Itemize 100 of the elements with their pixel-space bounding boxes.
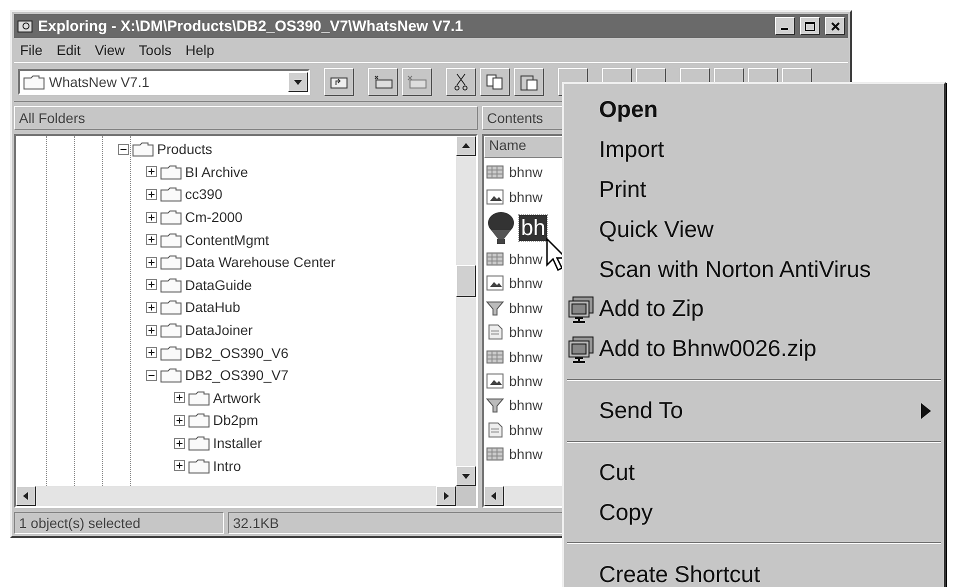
spreadsheet-icon — [486, 348, 504, 365]
expand-icon[interactable] — [146, 166, 157, 178]
address-dropdown[interactable]: WhatsNew V7.1 — [18, 69, 310, 95]
file-name[interactable]: bhnw — [507, 446, 544, 462]
file-name[interactable]: bhnw — [507, 164, 544, 180]
up-folder-icon — [330, 75, 348, 89]
file-name[interactable]: bhnw — [507, 275, 544, 292]
folder-icon — [188, 390, 210, 406]
scroll-right-button[interactable] — [436, 486, 456, 506]
folder-label[interactable]: DB2_OS390_V7 — [185, 367, 289, 384]
folder-label[interactable]: Db2pm — [213, 412, 258, 428]
expand-icon[interactable] — [174, 392, 185, 404]
folder-label[interactable]: Artwork — [213, 390, 260, 406]
menu-item[interactable]: Create Shortcut — [567, 554, 941, 587]
document-icon — [486, 324, 504, 340]
file-name[interactable]: bh — [519, 214, 548, 241]
expand-icon[interactable] — [146, 188, 157, 200]
expand-icon[interactable] — [146, 279, 157, 290]
scroll-left-button[interactable] — [484, 486, 504, 506]
folder-label[interactable]: Installer — [213, 435, 262, 452]
expand-icon[interactable] — [146, 212, 157, 223]
folder-icon — [188, 412, 210, 428]
menu-item[interactable]: Import — [567, 130, 941, 170]
close-button[interactable] — [825, 17, 845, 35]
expand-icon[interactable] — [174, 460, 185, 472]
folder-icon — [160, 367, 182, 384]
file-name[interactable]: bhnw — [507, 422, 544, 438]
map-drive-button[interactable] — [368, 68, 398, 96]
menu-item[interactable]: File — [20, 42, 43, 58]
balloon-icon — [486, 210, 516, 245]
caret-icon — [293, 77, 303, 87]
folder-icon — [160, 254, 182, 270]
maximize-button[interactable] — [800, 17, 820, 35]
folder-label[interactable]: BI Archive — [185, 164, 248, 180]
folder-label[interactable]: DataJoiner — [185, 322, 253, 338]
spreadsheet-icon — [486, 446, 504, 462]
expand-icon[interactable] — [146, 302, 157, 313]
menu-item[interactable]: Quick View — [567, 209, 941, 250]
menu-item[interactable]: Tools — [138, 42, 172, 58]
file-name[interactable]: bhnw — [507, 188, 544, 205]
folder-icon — [160, 276, 182, 293]
scroll-up-button[interactable] — [456, 136, 476, 156]
collapse-icon[interactable] — [146, 370, 157, 381]
menu-item[interactable]: Scan with Norton AntiVirus — [567, 249, 941, 290]
copy-button[interactable] — [480, 68, 510, 96]
folder-icon — [160, 186, 182, 202]
menu-item[interactable]: Cut — [567, 452, 941, 492]
window-title: Exploring - X:\DM\Products\DB2_OS390_V7\WhatsNew V7.1 — [38, 18, 464, 34]
dropdown-button[interactable] — [288, 72, 308, 92]
menu-item[interactable]: Add to Bhnw0026.zip — [567, 328, 941, 369]
menu-item[interactable]: Add to Zip — [567, 289, 941, 329]
folder-label[interactable]: Products — [157, 141, 212, 158]
folder-label[interactable]: ContentMgmt — [185, 232, 270, 248]
folder-label[interactable]: DataGuide — [185, 276, 252, 293]
scroll-thumb[interactable] — [456, 265, 476, 297]
down-arrow-icon — [461, 471, 471, 481]
folder-label[interactable]: Intro — [213, 458, 242, 474]
image-file-icon — [486, 188, 504, 205]
scroll-left-button[interactable] — [16, 486, 36, 506]
expand-icon[interactable] — [174, 414, 185, 426]
maximize-icon — [805, 22, 815, 30]
horizontal-scrollbar[interactable] — [16, 486, 456, 506]
file-name[interactable]: bhnw — [507, 372, 544, 389]
expand-icon[interactable] — [146, 324, 157, 336]
scrollbar-corner — [456, 486, 476, 506]
copy-icon — [486, 74, 504, 90]
menu-item[interactable]: View — [94, 42, 125, 58]
expand-icon[interactable] — [146, 347, 157, 358]
file-name[interactable]: bhnw — [507, 324, 544, 340]
disconnect-button[interactable] — [402, 68, 432, 96]
file-name[interactable]: bhnw — [507, 250, 544, 267]
left-arrow-icon — [21, 491, 31, 501]
column-header[interactable]: Name — [484, 136, 564, 158]
folder-label[interactable]: cc390 — [185, 186, 222, 202]
scroll-down-button[interactable] — [456, 466, 476, 486]
expand-icon[interactable] — [174, 438, 185, 449]
cut-button[interactable] — [446, 68, 476, 96]
file-name[interactable]: bhnw — [507, 397, 544, 414]
minimize-button[interactable] — [775, 17, 795, 35]
network-drive-icon — [373, 75, 393, 89]
menu-item[interactable]: Help — [185, 42, 214, 58]
folder-icon — [23, 74, 45, 90]
file-name[interactable]: bhnw — [507, 300, 544, 316]
menu-item[interactable]: Edit — [56, 42, 81, 58]
folder-icon — [188, 458, 210, 474]
scissors-icon — [454, 73, 468, 91]
spreadsheet-icon — [486, 164, 504, 180]
folder-label[interactable]: DB2_OS390_V6 — [185, 344, 289, 361]
folder-label[interactable]: DataHub — [185, 299, 240, 316]
collapse-icon[interactable] — [118, 144, 129, 155]
menu-item[interactable]: Send To — [567, 390, 941, 430]
menu-item[interactable]: Print — [567, 170, 941, 210]
expand-icon[interactable] — [146, 256, 157, 268]
file-name[interactable]: bhnw — [507, 348, 544, 365]
up-folder-button[interactable] — [324, 68, 354, 96]
paste-button[interactable] — [514, 68, 544, 96]
vertical-scrollbar[interactable] — [456, 136, 476, 486]
folder-label[interactable]: Cm-2000 — [185, 209, 243, 226]
folder-label[interactable]: Data Warehouse Center — [185, 254, 336, 270]
expand-icon[interactable] — [146, 234, 157, 246]
